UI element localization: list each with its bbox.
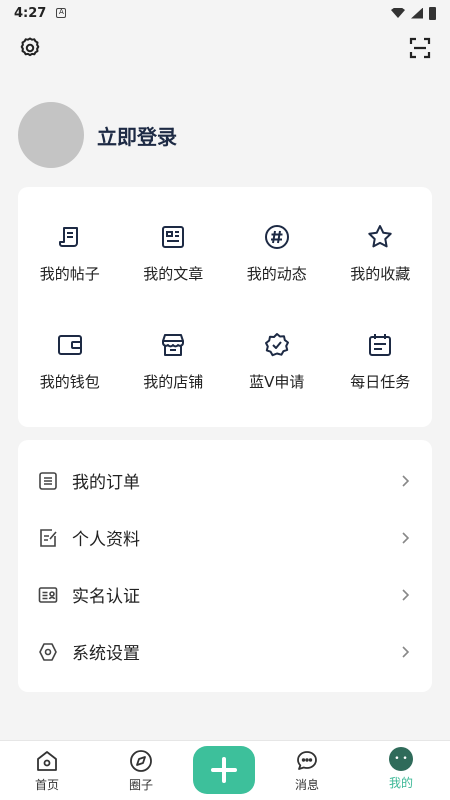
user-face-icon: • •	[389, 747, 413, 771]
chevron-right-icon	[402, 531, 410, 544]
grid-label: 蓝V申请	[249, 373, 305, 391]
avatar[interactable]	[18, 102, 84, 168]
add-post-button[interactable]	[193, 746, 255, 794]
grid-label: 我的动态	[246, 265, 307, 283]
notification-icon: A	[56, 8, 67, 18]
tab-me[interactable]: • • 我的	[366, 741, 436, 800]
grid-item-my-updates[interactable]: 我的动态	[225, 201, 329, 309]
badge-check-icon	[264, 333, 289, 357]
grid-label: 每日任务	[350, 373, 411, 391]
tab-home[interactable]: 首页	[12, 741, 82, 800]
menu-list-card: 我的订单 个人资料 实名认证 系统设置	[18, 440, 432, 692]
tab-label: 圈子	[128, 778, 153, 792]
chevron-right-icon	[402, 474, 410, 487]
chevron-right-icon	[402, 588, 410, 601]
grid-item-my-wallet[interactable]: 我的钱包	[18, 309, 122, 417]
tab-messages[interactable]: 消息	[272, 741, 342, 800]
article-icon	[162, 226, 185, 248]
list-item-real-name-verification[interactable]: 实名认证	[18, 566, 432, 623]
grid-item-daily-tasks[interactable]: 每日任务	[329, 309, 433, 417]
grid-label: 我的店铺	[143, 373, 204, 391]
grid-label: 我的文章	[143, 265, 204, 283]
wifi-icon	[391, 8, 405, 18]
chat-icon	[297, 751, 317, 770]
profile-section[interactable]: 立即登录	[18, 102, 177, 168]
settings-button[interactable]	[16, 34, 44, 62]
tab-label: 我的	[388, 776, 413, 790]
status-icons	[391, 6, 436, 20]
list-item-system-settings[interactable]: 系统设置	[18, 623, 432, 680]
shortcut-grid: 我的帖子 我的文章 我的动态 我的收藏 我的钱包 我的店铺 蓝V申请 每日任务	[18, 187, 432, 417]
wallet-icon	[57, 335, 82, 355]
list-label: 实名认证	[72, 587, 140, 607]
tab-circle[interactable]: 圈子	[106, 741, 176, 800]
list-label: 我的订单	[72, 473, 140, 493]
edit-icon	[40, 528, 57, 547]
id-card-icon	[38, 586, 58, 603]
list-item-my-orders[interactable]: 我的订单	[18, 452, 432, 509]
top-bar	[0, 34, 450, 64]
gear-icon	[20, 37, 40, 57]
list-label: 个人资料	[72, 530, 140, 550]
battery-icon	[429, 6, 436, 20]
grid-label: 我的帖子	[39, 265, 100, 283]
tab-label: 消息	[294, 778, 319, 792]
store-icon	[162, 334, 185, 356]
home-icon	[37, 751, 57, 771]
grid-label: 我的收藏	[350, 265, 411, 283]
scan-button[interactable]	[406, 34, 434, 62]
order-icon	[39, 471, 57, 490]
grid-item-my-favorites[interactable]: 我的收藏	[329, 201, 433, 309]
status-time: 4:27	[14, 5, 47, 21]
grid-item-my-articles[interactable]: 我的文章	[122, 201, 226, 309]
compass-icon	[130, 750, 152, 772]
list-item-profile[interactable]: 个人资料	[18, 509, 432, 566]
grid-item-my-store[interactable]: 我的店铺	[122, 309, 226, 417]
grid-item-blue-v-apply[interactable]: 蓝V申请	[225, 309, 329, 417]
grid-label: 我的钱包	[39, 373, 100, 391]
plus-icon	[211, 757, 237, 783]
chevron-right-icon	[402, 645, 410, 658]
list-label: 系统设置	[72, 644, 140, 664]
hashtag-icon	[264, 225, 289, 249]
login-link[interactable]: 立即登录	[97, 121, 177, 150]
status-bar: 4:27 A	[0, 0, 450, 26]
grid-item-my-posts[interactable]: 我的帖子	[18, 201, 122, 309]
scan-icon	[409, 37, 431, 59]
post-icon	[58, 227, 78, 247]
signal-icon	[411, 7, 423, 19]
star-icon	[368, 225, 392, 248]
hexagon-gear-icon	[39, 642, 57, 661]
shortcut-grid-card: 我的帖子 我的文章 我的动态 我的收藏 我的钱包 我的店铺 蓝V申请 每日任务	[18, 187, 432, 427]
calendar-icon	[369, 334, 392, 356]
tab-label: 首页	[34, 778, 59, 792]
